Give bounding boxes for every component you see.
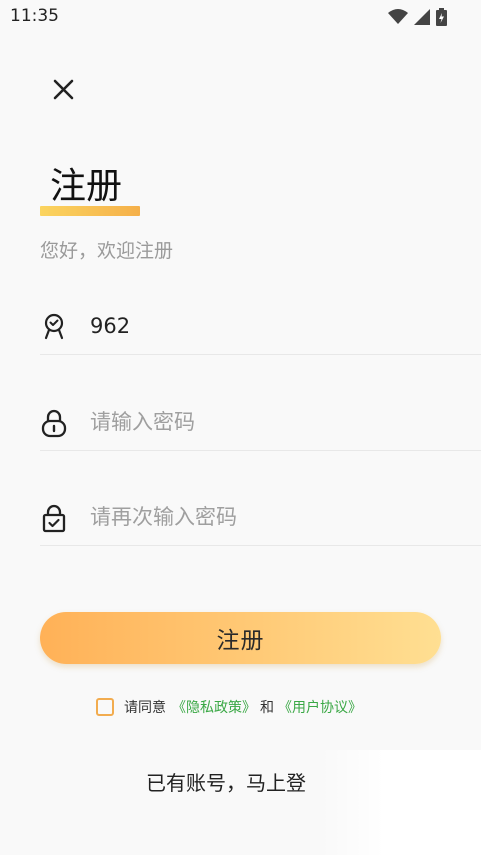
register-button[interactable]: 注册	[40, 612, 441, 664]
signal-icon	[414, 9, 430, 25]
user-agreement-link[interactable]: 《用户协议》	[278, 697, 362, 717]
page-subtitle: 您好，欢迎注册	[40, 240, 174, 262]
confirm-password-field	[40, 489, 481, 546]
page-title: 注册	[50, 166, 123, 207]
lock-icon	[41, 409, 67, 438]
privacy-policy-link[interactable]: 《隐私政策》	[172, 697, 256, 717]
confirm-password-input[interactable]	[90, 499, 470, 535]
page-title-block: 注册	[40, 160, 160, 220]
status-bar: 11:35	[0, 0, 481, 34]
badge-icon	[44, 313, 64, 340]
login-link[interactable]: 已有账号，马上登	[146, 767, 306, 796]
close-button[interactable]	[44, 72, 82, 110]
status-time: 11:35	[10, 6, 59, 26]
bottom-right-fade	[320, 750, 481, 855]
close-icon[interactable]	[44, 72, 82, 110]
account-field	[40, 298, 481, 355]
lock-check-icon	[42, 504, 66, 533]
agreement-prefix: 请同意	[124, 700, 166, 716]
password-input[interactable]	[90, 404, 470, 440]
agreement-checkbox[interactable]	[96, 698, 114, 716]
status-icons	[388, 7, 447, 27]
register-button-label: 注册	[216, 628, 265, 654]
agreement-row: 请同意 《隐私政策》 和 《用户协议》	[96, 694, 362, 720]
account-input[interactable]	[90, 308, 470, 344]
wifi-icon	[388, 9, 408, 24]
battery-icon	[436, 8, 447, 26]
agreement-and: 和	[260, 700, 274, 716]
password-field	[40, 394, 481, 451]
